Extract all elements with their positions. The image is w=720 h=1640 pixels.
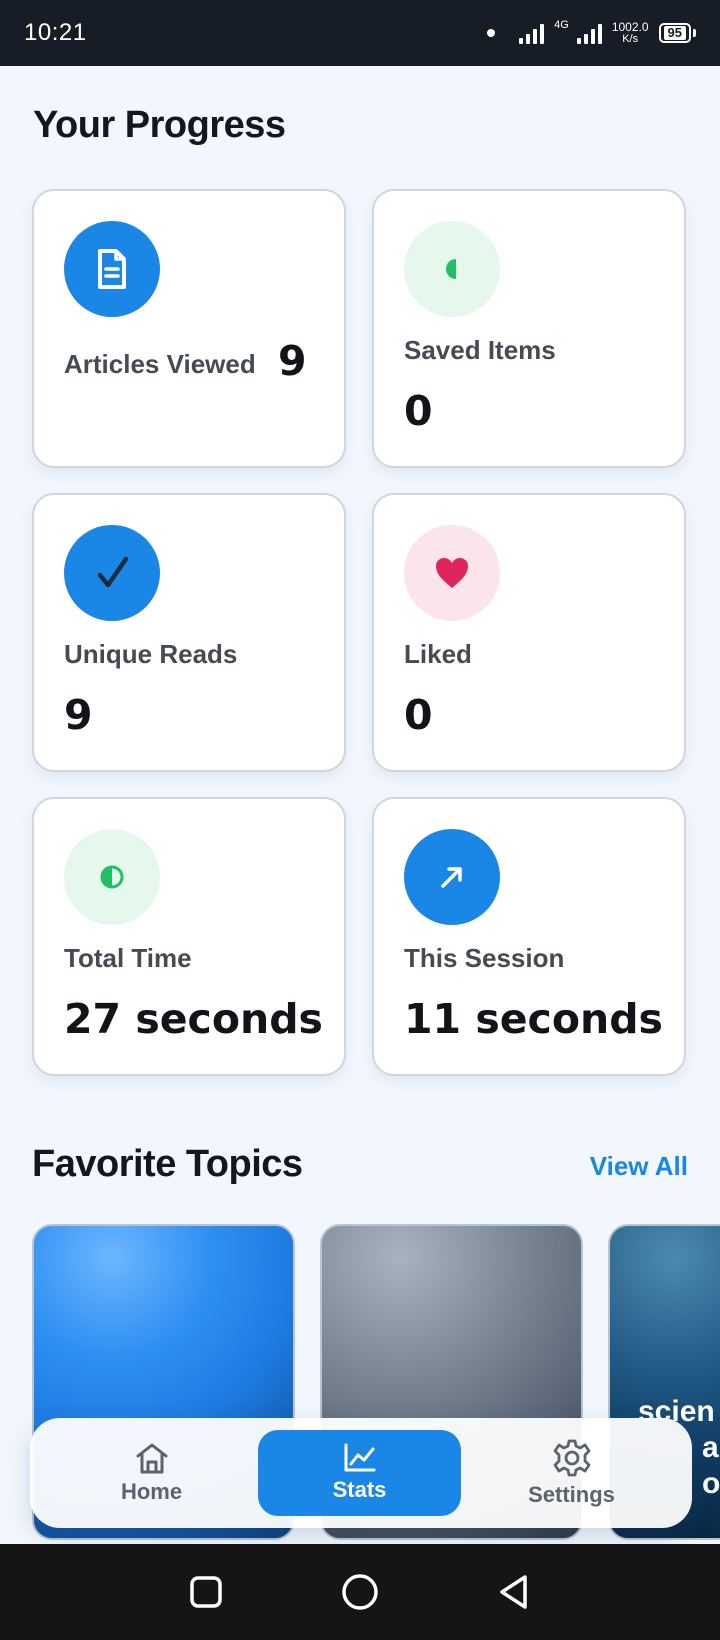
heart-icon bbox=[404, 525, 500, 621]
stat-card-saved-items[interactable]: Saved Items 0 bbox=[372, 189, 686, 468]
status-icons: 4G 1002.0 K/s 95 bbox=[487, 18, 696, 45]
nav-stats-button[interactable]: Stats bbox=[258, 1430, 461, 1516]
gear-icon bbox=[553, 1439, 590, 1477]
notification-dot-icon bbox=[487, 29, 496, 37]
nav-stats-label: Stats bbox=[332, 1477, 387, 1502]
network-speed-unit: K/s bbox=[622, 33, 639, 45]
network-speed-value: 1002.0 bbox=[611, 20, 649, 34]
favorite-topics-title: Favorite Topics bbox=[32, 1143, 303, 1185]
battery-icon: 95 bbox=[658, 23, 696, 43]
recent-apps-icon[interactable] bbox=[189, 1575, 223, 1609]
articles-viewed-value: 9 bbox=[278, 337, 307, 385]
stat-card-this-session[interactable]: This Session 11 seconds bbox=[372, 797, 686, 1076]
saved-items-value: 0 bbox=[404, 387, 433, 435]
liked-label: Liked bbox=[404, 639, 472, 669]
home-icon bbox=[136, 1443, 167, 1474]
network-type: 4G bbox=[554, 18, 569, 31]
total-time-label: Total Time bbox=[64, 943, 192, 973]
system-nav-bar bbox=[0, 1544, 720, 1640]
signal-2-icon bbox=[576, 22, 602, 44]
back-icon[interactable] bbox=[497, 1574, 531, 1610]
liked-value: 0 bbox=[404, 691, 433, 739]
network-speed: 1002.0 K/s bbox=[612, 21, 649, 45]
chart-icon bbox=[344, 1443, 375, 1472]
nav-home-label: Home bbox=[120, 1479, 183, 1504]
trend-arrow-icon bbox=[404, 829, 500, 925]
battery-level: 95 bbox=[663, 26, 686, 40]
stat-card-total-time[interactable]: Total Time 27 seconds bbox=[32, 797, 346, 1076]
nav-home-button[interactable]: Home bbox=[50, 1430, 253, 1516]
bookmark-icon bbox=[404, 221, 500, 317]
clock-icon bbox=[64, 829, 160, 925]
stat-card-liked[interactable]: Liked 0 bbox=[372, 493, 686, 772]
stat-card-articles-viewed[interactable]: Articles Viewed 9 bbox=[32, 189, 346, 468]
unique-reads-value: 9 bbox=[64, 691, 93, 739]
nav-settings-label: Settings bbox=[528, 1482, 615, 1507]
page-title: Your Progress bbox=[33, 104, 286, 146]
nav-settings-button[interactable]: Settings bbox=[470, 1430, 673, 1516]
this-session-label: This Session bbox=[404, 943, 565, 973]
total-time-value: 27 seconds bbox=[64, 995, 323, 1043]
home-circle-icon[interactable] bbox=[341, 1573, 379, 1611]
unique-reads-label: Unique Reads bbox=[64, 639, 238, 669]
status-time: 10:21 bbox=[24, 19, 87, 46]
checkmark-icon bbox=[64, 525, 160, 621]
document-icon bbox=[64, 221, 160, 317]
stat-card-unique-reads[interactable]: Unique Reads 9 bbox=[32, 493, 346, 772]
saved-items-label: Saved Items bbox=[404, 335, 556, 365]
signal-icon bbox=[519, 22, 545, 44]
bottom-nav: Home Stats Settings bbox=[30, 1418, 692, 1528]
view-all-link[interactable]: View All bbox=[590, 1151, 688, 1182]
articles-viewed-label: Articles Viewed bbox=[64, 349, 256, 379]
status-bar: 10:21 4G 1002.0 K/s 95 bbox=[0, 0, 720, 66]
this-session-value: 11 seconds bbox=[404, 995, 663, 1043]
